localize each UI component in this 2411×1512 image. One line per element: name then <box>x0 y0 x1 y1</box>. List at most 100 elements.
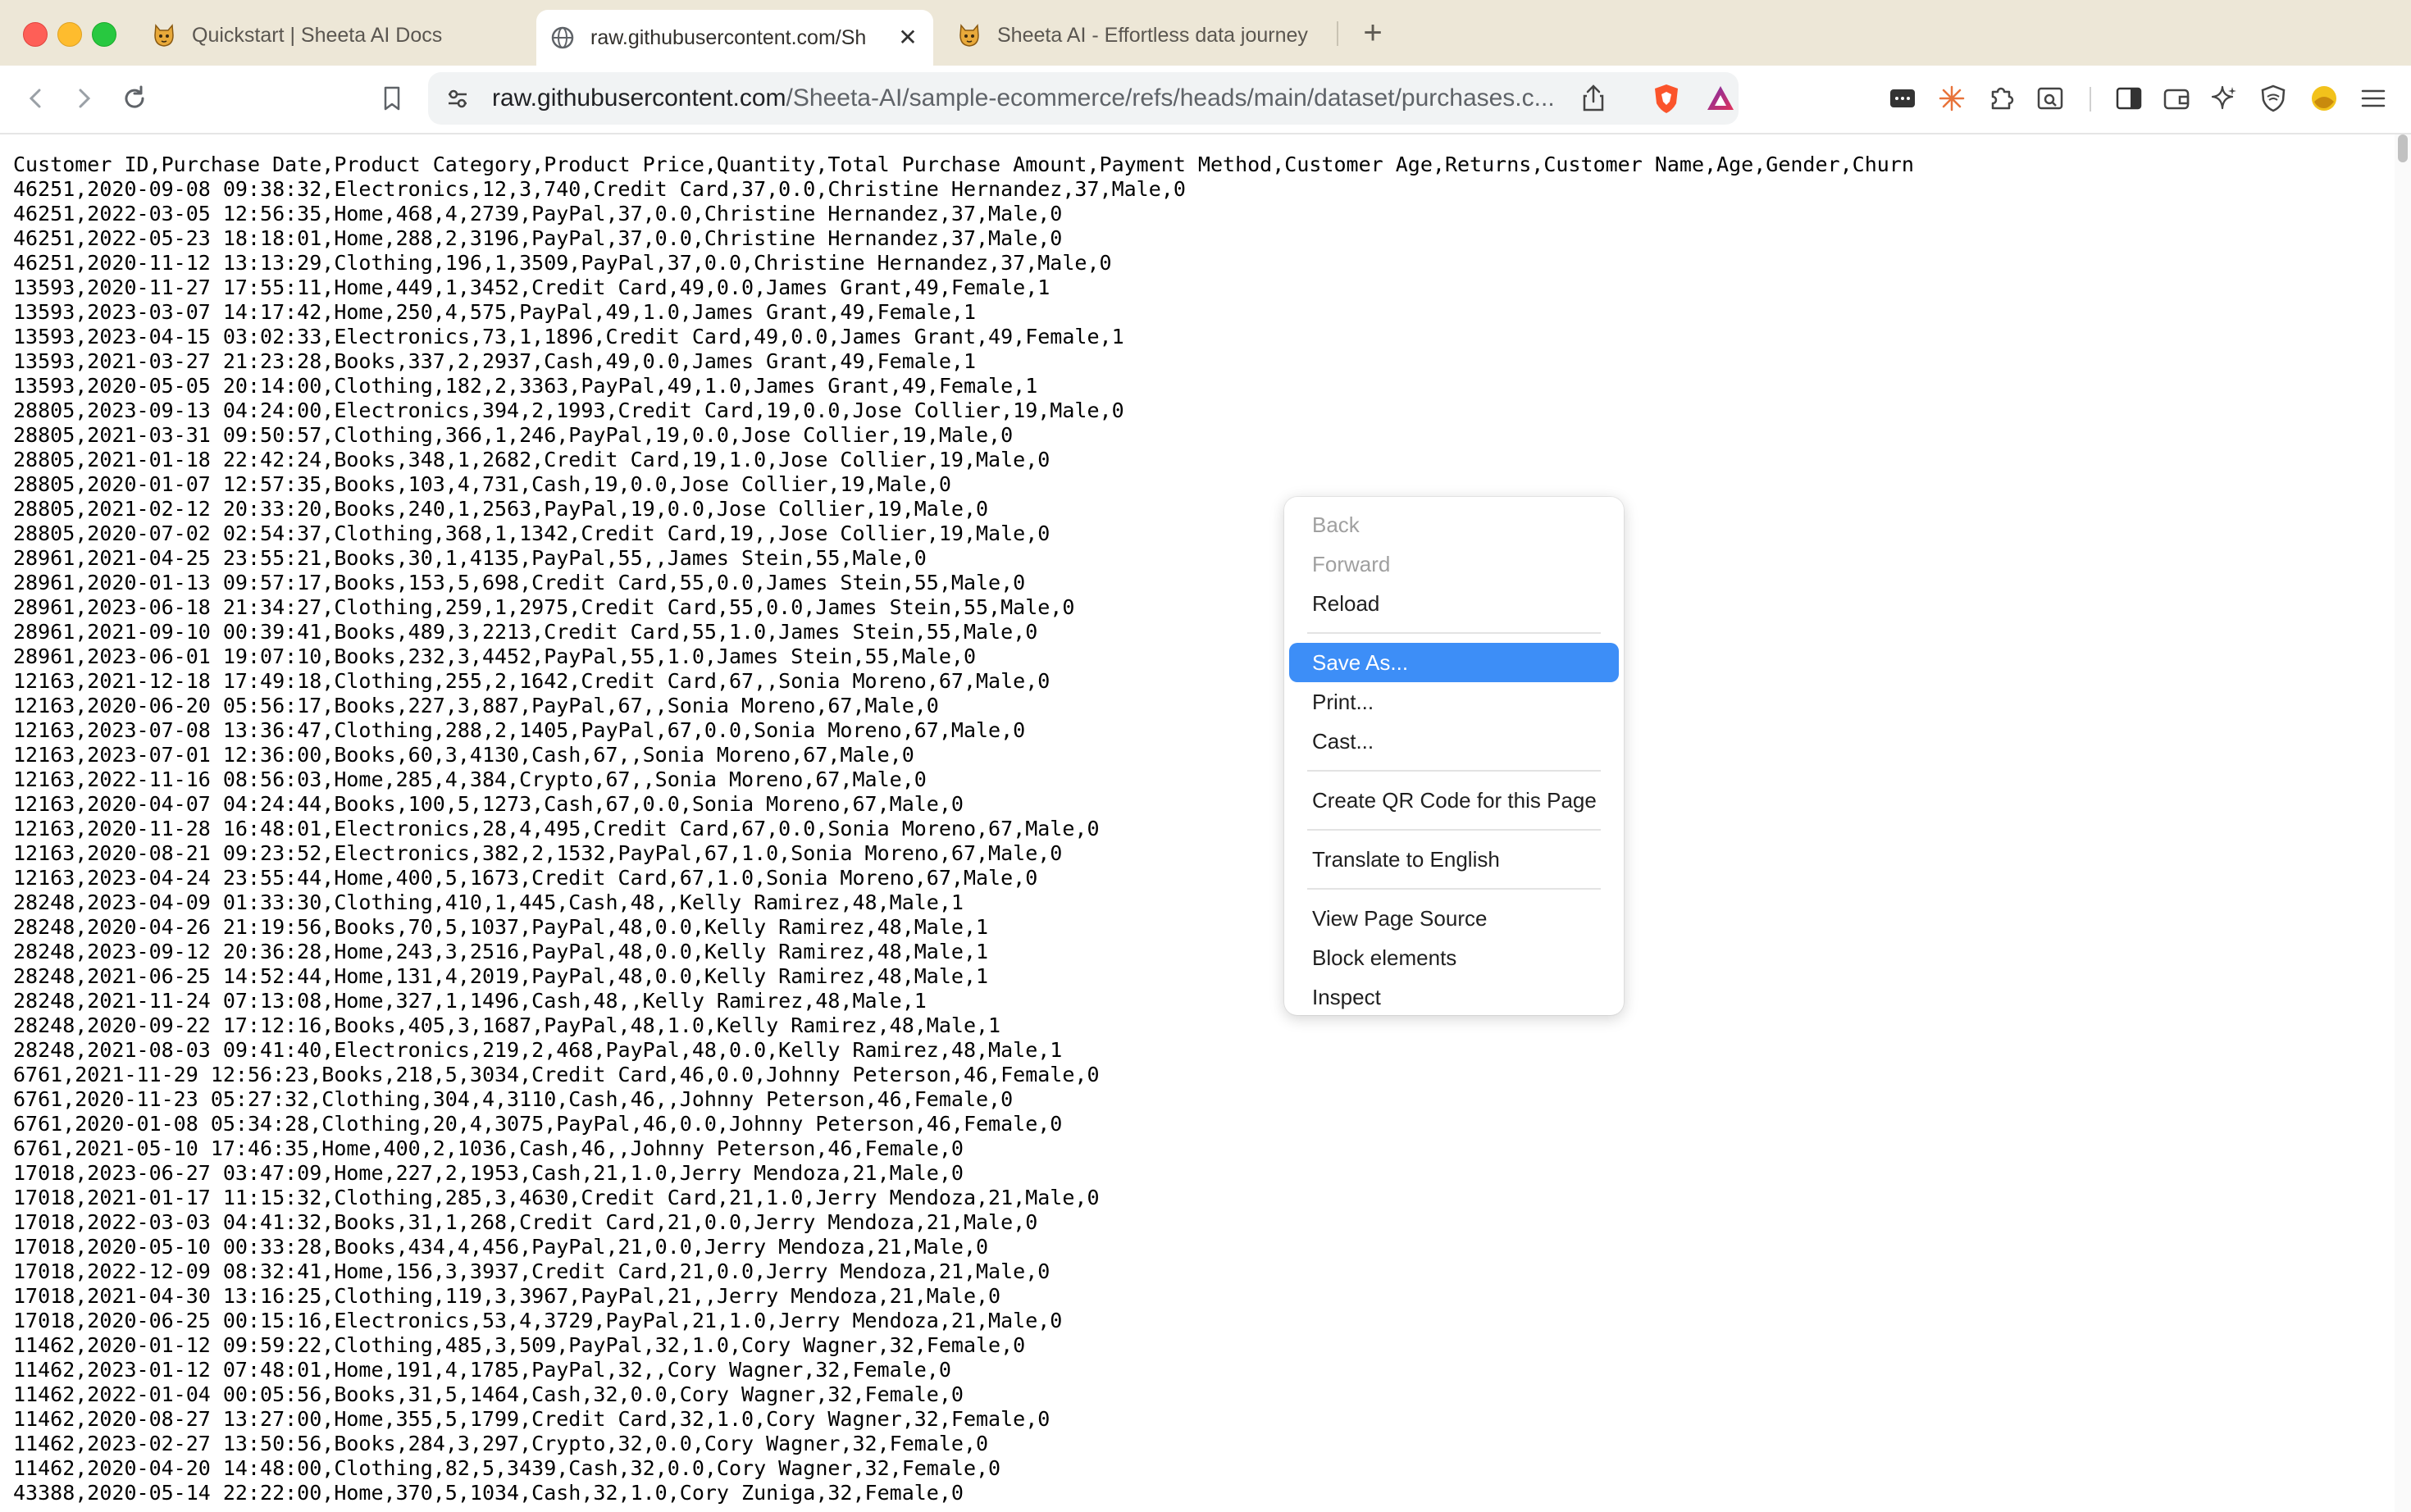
vpn-shield-icon <box>2261 84 2286 112</box>
toolbar-divider <box>2090 87 2091 112</box>
tab-sheeta-docs[interactable]: Quickstart | Sheeta AI Docs <box>138 10 523 61</box>
csv-row: 17018,2023-06-27 03:47:09,Home,227,2,195… <box>13 1161 964 1185</box>
csv-row: 46251,2022-03-05 12:56:35,Home,468,4,273… <box>13 202 1063 225</box>
leo-ai-button[interactable] <box>2204 79 2244 118</box>
csv-row: 46251,2022-05-23 18:18:01,Home,288,2,319… <box>13 226 1063 250</box>
puzzle-icon <box>1991 87 2014 110</box>
csv-row: 17018,2022-12-09 08:32:41,Home,156,3,393… <box>13 1259 1051 1283</box>
menu-item-create-qr-code-for-this-page[interactable]: Create QR Code for this Page <box>1289 781 1619 820</box>
menu-item-translate-to-english[interactable]: Translate to English <box>1289 840 1619 879</box>
tab-raw-github[interactable]: raw.githubusercontent.com/Sh ✕ <box>536 10 933 66</box>
csv-row: 12163,2023-07-01 12:36:00,Books,60,3,413… <box>13 743 914 767</box>
csv-row: 46251,2020-11-12 13:13:29,Clothing,196,1… <box>13 251 1112 275</box>
sheeta-logo-icon <box>959 24 979 47</box>
password-manager-icon <box>1890 89 1915 107</box>
back-button[interactable] <box>16 79 56 118</box>
menu-item-cast[interactable]: Cast... <box>1289 722 1619 761</box>
bookmark-button[interactable] <box>372 79 412 118</box>
arrow-left-icon <box>29 89 41 108</box>
csv-row: 11462,2020-01-12 09:59:22,Clothing,485,3… <box>13 1333 1026 1357</box>
csv-row: 6761,2020-01-08 05:34:28,Clothing,20,4,3… <box>13 1112 1063 1136</box>
csv-header-line: Customer ID,Purchase Date,Product Catego… <box>13 153 1914 176</box>
csv-row: 17018,2021-01-17 11:15:32,Clothing,285,3… <box>13 1186 1100 1209</box>
wallet-icon <box>2163 89 2190 110</box>
context-menu: Back Forward Reload Save As... Print... Cast.… <box>1284 497 1624 1015</box>
brave-shields-icon[interactable] <box>1650 82 1683 115</box>
csv-row: 28248,2023-09-12 20:36:28,Home,243,3,251… <box>13 940 989 963</box>
csv-row: 28248,2023-04-09 01:33:30,Clothing,410,1… <box>13 890 964 914</box>
page-content: Customer ID,Purchase Date,Product Catego… <box>0 134 2395 1512</box>
scrollbar[interactable] <box>2395 134 2411 1512</box>
csv-row: 28248,2021-08-03 09:41:40,Electronics,21… <box>13 1038 1063 1062</box>
csv-row: 13593,2023-03-07 14:17:42,Home,250,4,575… <box>13 300 976 324</box>
wallet-button[interactable] <box>2157 79 2196 118</box>
menu-item-view-page-source[interactable]: View Page Source <box>1289 899 1619 938</box>
share-icon[interactable] <box>1579 84 1607 113</box>
menu-item-reload[interactable]: Reload <box>1289 584 1619 623</box>
menu-item-save-as[interactable]: Save As... <box>1289 643 1619 682</box>
sparkle-extension-icon <box>1939 85 1965 112</box>
tab-strip: Quickstart | Sheeta AI Docs raw.githubus… <box>0 0 2411 66</box>
csv-row: 13593,2021-03-27 21:23:28,Books,337,2,29… <box>13 349 976 373</box>
menu-item-block-elements[interactable]: Block elements <box>1289 938 1619 977</box>
menu-separator <box>1307 888 1601 890</box>
csv-row: 28248,2020-04-26 21:19:56,Books,70,5,103… <box>13 915 989 939</box>
tab-title: raw.githubusercontent.com/Sh <box>590 25 867 49</box>
reload-button[interactable] <box>115 79 154 118</box>
menu-item-inspect[interactable]: Inspect <box>1289 977 1619 1017</box>
csv-row: 28248,2021-06-25 14:52:44,Home,131,4,201… <box>13 964 989 988</box>
csv-row: 28961,2020-01-13 09:57:17,Books,153,5,69… <box>13 571 1026 594</box>
csv-text: Customer ID,Purchase Date,Product Catego… <box>0 134 2395 1505</box>
address-bar[interactable]: raw.githubusercontent.com/Sheeta-AI/samp… <box>428 72 1739 125</box>
csv-row: 28961,2023-06-18 21:34:27,Clothing,259,1… <box>13 595 1075 619</box>
csv-row: 11462,2020-08-27 13:27:00,Home,355,5,179… <box>13 1407 1051 1431</box>
url-text[interactable]: raw.githubusercontent.com/Sheeta-AI/samp… <box>492 72 1575 125</box>
globe-icon <box>551 26 574 49</box>
menu-item-forward: Forward <box>1312 552 1391 576</box>
menu-button[interactable] <box>2354 79 2393 118</box>
csv-row: 12163,2020-08-21 09:23:52,Electronics,38… <box>13 841 1063 865</box>
sheeta-logo-icon <box>154 24 174 47</box>
csv-row: 28805,2020-07-02 02:54:37,Clothing,368,1… <box>13 521 1051 545</box>
vpn-button[interactable] <box>2254 79 2293 118</box>
tab-title: Quickstart | Sheeta AI Docs <box>192 23 443 47</box>
window-close-button[interactable] <box>23 22 48 47</box>
sidebar-icon <box>2116 87 2142 110</box>
csv-row: 13593,2020-05-05 20:14:00,Clothing,182,2… <box>13 374 1038 398</box>
extension-button[interactable] <box>1883 79 1922 118</box>
csv-row: 13593,2023-04-15 03:02:33,Electronics,73… <box>13 325 1124 348</box>
window-minimize-button[interactable] <box>57 22 82 47</box>
window-zoom-button[interactable] <box>92 22 116 47</box>
brave-rewards-icon[interactable] <box>1704 82 1737 115</box>
profile-button[interactable] <box>2304 79 2344 118</box>
reader-mode-button[interactable] <box>2030 79 2070 118</box>
new-tab-button[interactable]: + <box>1355 15 1391 51</box>
csv-row: 28961,2021-09-10 00:39:41,Books,489,3,22… <box>13 620 1038 644</box>
csv-row: 17018,2022-03-03 04:41:32,Books,31,1,268… <box>13 1210 1038 1234</box>
csv-row: 12163,2020-06-20 05:56:17,Books,227,3,88… <box>13 694 939 717</box>
ai-sparkle-icon <box>2211 85 2236 110</box>
menu-separator <box>1307 632 1601 634</box>
menu-item-print[interactable]: Print... <box>1289 682 1619 722</box>
url-host: raw.githubusercontent.com <box>492 84 786 112</box>
extensions-button[interactable] <box>1981 79 2021 118</box>
menu-separator <box>1307 829 1601 831</box>
forward-button[interactable] <box>64 79 103 118</box>
profile-avatar-icon <box>2312 86 2336 111</box>
csv-row: 6761,2021-11-29 12:56:23,Books,218,5,303… <box>13 1063 1100 1086</box>
reader-search-icon <box>2037 87 2063 110</box>
close-tab-icon[interactable]: ✕ <box>894 23 922 51</box>
csv-row: 28248,2020-09-22 17:12:16,Books,405,3,16… <box>13 1013 1001 1037</box>
sidebar-button[interactable] <box>2109 79 2149 118</box>
csv-row: 12163,2021-12-18 17:49:18,Clothing,255,2… <box>13 669 1051 693</box>
extension-button[interactable] <box>1932 79 1971 118</box>
csv-row: 28805,2023-09-13 04:24:00,Electronics,39… <box>13 398 1124 422</box>
csv-row: 6761,2020-11-23 05:27:32,Clothing,304,4,… <box>13 1087 1014 1111</box>
csv-row: 28805,2021-03-31 09:50:57,Clothing,366,1… <box>13 423 1014 447</box>
scrollbar-thumb[interactable] <box>2398 134 2408 162</box>
site-settings-icon[interactable] <box>444 85 471 112</box>
csv-row: 12163,2022-11-16 08:56:03,Home,285,4,384… <box>13 767 927 791</box>
tab-title: Sheeta AI - Effortless data journey <box>997 23 1308 47</box>
csv-row: 28805,2021-01-18 22:42:24,Books,348,1,26… <box>13 448 1051 471</box>
tab-sheeta-home[interactable]: Sheeta AI - Effortless data journey <box>943 10 1329 61</box>
